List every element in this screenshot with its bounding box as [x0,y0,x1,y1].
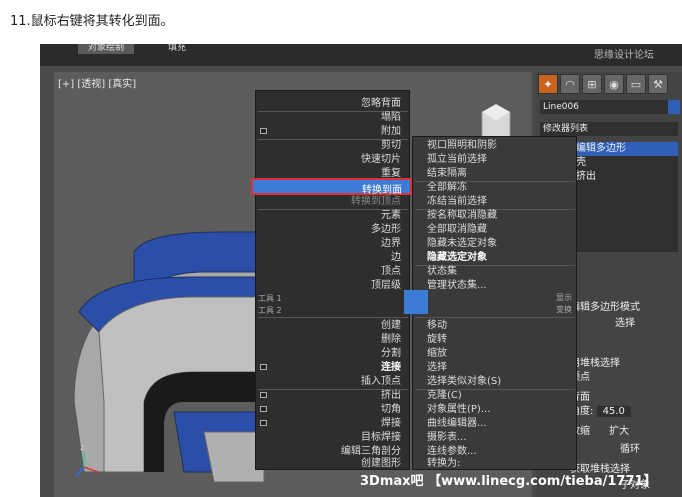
menu-item-cut[interactable]: 剪切 [271,139,401,152]
edit-poly-mode-rollout[interactable]: 编辑多边形模式 [570,298,680,313]
menu-item-polygon[interactable]: 多边形 [271,223,401,236]
menu-item-dope-sheet[interactable]: 摄影表... [427,431,572,444]
menu-item-manage-state-sets[interactable]: 管理状态集... [427,279,572,292]
quad-menu-center [404,290,428,314]
menu-item-curve-editor[interactable]: 曲线编辑器... [427,417,572,430]
menu-item-split[interactable]: 分割 [271,347,401,360]
menu-separator [258,317,408,318]
menu-item-convert-to[interactable]: 转换为: [427,457,572,470]
selection-rollout[interactable]: 选择 [570,314,680,329]
menu-item-extrude[interactable]: 挤出 [271,389,401,402]
settings-icon[interactable] [260,406,267,412]
menu-item-select-similar[interactable]: 选择类似对象(S) [427,375,572,388]
settings-icon[interactable] [260,392,267,398]
brand-watermark: 思缘设计论坛 [594,50,654,61]
menu-item-scale[interactable]: 缩放 [427,347,572,360]
menu-item-ignore-backfacing[interactable]: 忽略背面 [271,97,401,110]
menu-item-weld[interactable]: 焊接 [271,417,401,430]
highlighted-item-label: 转换到面 [362,185,402,196]
by-stack-selection-checkbox[interactable]: 用堆栈选择 [570,354,680,369]
grow-button[interactable]: 扩大 [609,426,629,437]
quad-label-transform: 变换 [556,305,572,314]
menu-item-select[interactable]: 选择 [427,361,572,374]
object-name-field[interactable]: Line006 [540,100,668,114]
quad-label-tools2: 工具 2 [258,306,282,315]
settings-icon[interactable] [260,128,267,134]
menu-item-convert-to-face[interactable]: 转换到面 [251,178,412,196]
menu-item-border[interactable]: 边界 [271,237,401,250]
utilities-tab-icon[interactable]: ⚒ [648,74,668,94]
modifier-list-dropdown[interactable]: 修改器列表 [540,122,678,136]
quad-menu-right: 视口照明和阴影 孤立当前选择 结束隔离 全部解冻 冻结当前选择 按名称取消隐藏 … [412,136,577,470]
menu-item-element[interactable]: 元素 [271,209,401,222]
menu-item-state-sets[interactable]: 状态集 [427,265,572,278]
menu-item-hide-selection[interactable]: 隐藏选定对象 [427,251,572,264]
settings-icon[interactable] [260,420,267,426]
loop-button[interactable]: 循环 [570,440,680,455]
tab-object-paint[interactable]: 对象绘制 [78,44,135,54]
menu-item-hide-unselected[interactable]: 隐藏未选定对象 [427,237,572,250]
menu-item-attach[interactable]: 附加 [271,125,401,138]
site-watermark: 3Dmax吧 【www.linecg.com/tieba/1771】 [360,474,657,489]
menu-item-unhide-by-name[interactable]: 按名称取消隐藏 [427,209,572,222]
menu-item-create-shape[interactable]: 创建图形 [271,457,401,470]
title-bar: 对象绘制 填充 思缘设计论坛 [40,44,682,66]
by-vertex-checkbox[interactable]: 顶点 [570,368,680,383]
menu-item-isolate-selection[interactable]: 孤立当前选择 [427,153,572,166]
quad-label-display: 显示 [556,293,572,302]
menu-separator [415,317,575,318]
menu-item-freeze-selection[interactable]: 冻结当前选择 [427,195,572,208]
menu-item-target-weld[interactable]: 目标焊接 [271,431,401,444]
ignore-backfacing-checkbox[interactable]: 背面 [570,388,680,403]
shrink-grow-row: 收缩 扩大 [570,422,680,437]
menu-item-unhide-all[interactable]: 全部取消隐藏 [427,223,572,236]
extruded-shape [73,231,265,483]
quad-label-tools1: 工具 1 [258,294,282,303]
create-tab-icon[interactable]: ✦ [538,74,558,94]
quad-menu-left: 忽略背面 塌陷 附加 剪切 快速切片 重复 转换到顶点 元素 多边形 边界 边 … [255,90,410,470]
object-color-swatch[interactable] [668,100,680,114]
menu-item-connect[interactable]: 连接 [271,361,401,374]
menu-item-viewport-lighting[interactable]: 视口照明和阴影 [427,139,572,152]
menu-item-collapse[interactable]: 塌陷 [271,111,401,124]
angle-input[interactable]: 45.0 [596,406,631,417]
menu-item-move[interactable]: 移动 [427,319,572,332]
step-caption: 11.鼠标右键将其转化到面。 [10,14,174,29]
display-tab-icon[interactable]: ▭ [626,74,646,94]
menu-item-top-level[interactable]: 顶层级 [271,279,401,292]
modify-tab-icon[interactable]: ◠ [560,74,580,94]
tab-populate[interactable]: 填充 [158,44,196,54]
menu-item-unfreeze-all[interactable]: 全部解冻 [427,181,572,194]
menu-item-convert-to-vertex[interactable]: 转换到顶点 [271,195,401,208]
menu-item-clone[interactable]: 克隆(C) [427,389,572,402]
menu-item-create[interactable]: 创建 [271,319,401,332]
menu-item-vertex[interactable]: 顶点 [271,265,401,278]
svg-text:z: z [80,443,84,452]
menu-item-insert-vertex[interactable]: 插入顶点 [271,375,401,388]
hierarchy-tab-icon[interactable]: ⊞ [582,74,602,94]
settings-icon[interactable] [260,364,267,370]
command-panel-tabs: ✦ ◠ ⊞ ◉ ▭ ⚒ [538,74,680,96]
menu-item-delete[interactable]: 删除 [271,333,401,346]
menu-item-chamfer[interactable]: 切角 [271,403,401,416]
menu-item-end-isolate[interactable]: 结束隔离 [427,167,572,180]
menu-item-rotate[interactable]: 旋转 [427,333,572,346]
menu-item-object-properties[interactable]: 对象属性(P)... [427,403,572,416]
menu-item-quickslice[interactable]: 快速切片 [271,153,401,166]
menu-item-edge[interactable]: 边 [271,251,401,264]
motion-tab-icon[interactable]: ◉ [604,74,624,94]
angle-row: 角度: 45.0 [570,402,680,417]
